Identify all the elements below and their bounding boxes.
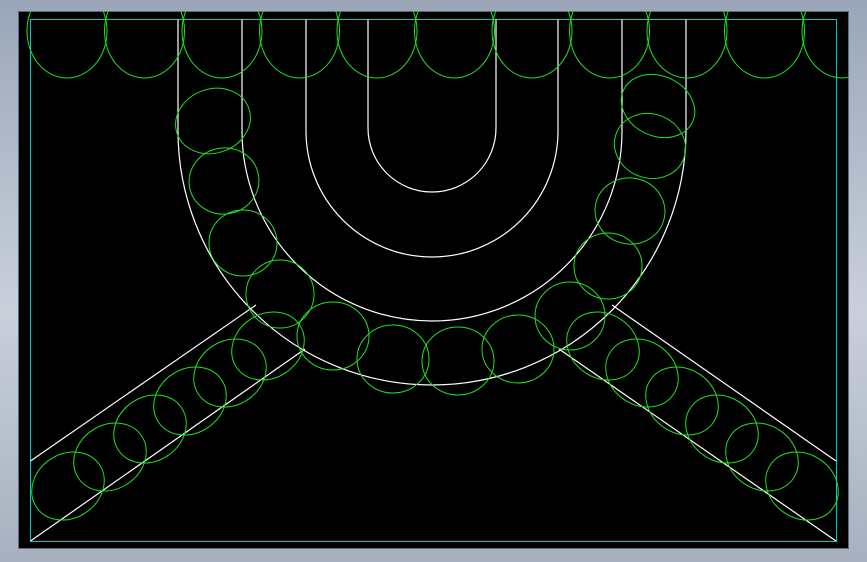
left-strap-arc-6: [231, 311, 305, 381]
top-arc-4: [259, 11, 340, 79]
right-strap-arc-6: [765, 451, 839, 521]
band-arc-12: [613, 113, 687, 179]
viewport-frame: [0, 0, 867, 562]
right-strap-arc-4: [685, 394, 759, 464]
top-arc-8: [569, 11, 650, 79]
left-strap-arc-1: [31, 451, 105, 521]
green-arcs: [26, 11, 849, 521]
left-strap-arc-4: [153, 366, 227, 436]
top-arc-10: [724, 11, 805, 79]
band-arc-9: [534, 281, 606, 351]
band-arc-4: [245, 259, 315, 329]
band-arc-3: [208, 209, 278, 277]
top-arc-3: [181, 11, 263, 79]
top-arc-7: [491, 11, 573, 79]
left-strap-arc-2: [73, 422, 147, 492]
top-arc-2: [104, 11, 185, 79]
left-strap-arc-3: [113, 394, 187, 464]
left-strap-top-line: [30, 304, 257, 462]
top-arc-11: [801, 11, 849, 79]
right-strap-arc-5: [725, 422, 799, 492]
top-arc-1: [26, 11, 108, 79]
left-strap-arc-5: [193, 338, 267, 408]
top-arc-5: [336, 11, 418, 79]
right-strap-top-line: [611, 304, 837, 462]
right-strap-arc-2: [605, 338, 679, 408]
drawing-boundary: [30, 19, 837, 542]
u-curve-4: [367, 19, 497, 193]
band-arc-6: [356, 324, 430, 394]
top-arc-9: [646, 11, 728, 79]
u-curve-3: [305, 19, 559, 258]
band-arc-2: [188, 147, 260, 215]
band-arc-10: [573, 232, 643, 300]
cad-viewport[interactable]: [18, 11, 849, 549]
band-arc-7: [421, 326, 495, 396]
cad-drawing[interactable]: [18, 11, 849, 549]
band-arc-13: [620, 73, 696, 139]
top-arc-6: [414, 11, 495, 79]
band-arc-8: [481, 314, 555, 384]
u-curve-2: [241, 19, 623, 322]
right-strap-bottom-line: [558, 348, 837, 542]
right-strap-arc-3: [645, 366, 719, 436]
band-arc-5: [296, 301, 370, 371]
band-arc-11: [594, 177, 666, 245]
band-arc-1: [175, 87, 251, 155]
u-curve-1: [177, 19, 687, 386]
